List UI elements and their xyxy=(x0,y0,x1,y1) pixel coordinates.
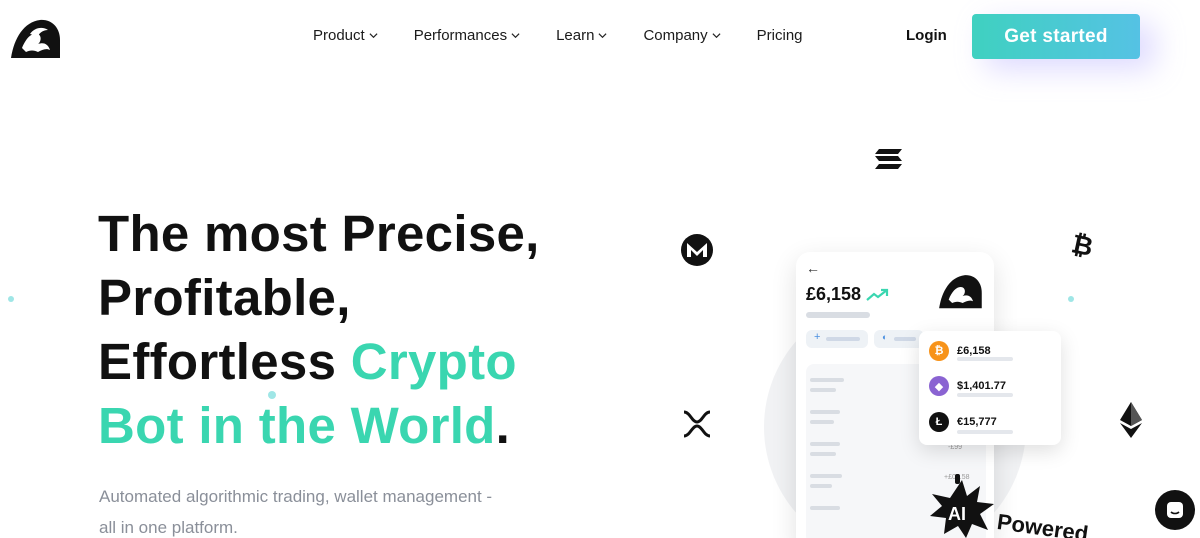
xrp-icon xyxy=(683,410,711,438)
placeholder-bar xyxy=(810,474,842,478)
placeholder-bar xyxy=(810,410,840,414)
chevron-down-icon xyxy=(369,33,378,39)
phone-balance: £6,158 xyxy=(806,284,890,305)
back-arrow-icon: ← xyxy=(806,260,820,276)
placeholder-bar xyxy=(810,442,840,446)
logo-wave-icon[interactable] xyxy=(8,14,62,60)
phone-balance-value: £6,158 xyxy=(806,284,862,304)
placeholder-bar xyxy=(810,420,834,424)
chevron-down-icon xyxy=(511,33,520,39)
nav-company[interactable]: Company xyxy=(643,27,721,44)
hero-title-accent-bot: Bot in the World xyxy=(98,397,496,454)
get-started-button[interactable]: Get started xyxy=(972,14,1140,59)
placeholder-bar xyxy=(810,484,832,488)
nav-performances[interactable]: Performances xyxy=(414,27,520,44)
hero-subtitle: Automated algorithmic trading, wallet ma… xyxy=(99,487,493,537)
decorative-dot xyxy=(1068,296,1074,302)
litecoin-icon: Ł xyxy=(929,412,949,432)
nav-product[interactable]: Product xyxy=(313,27,378,44)
site-header: Product Performances Learn Company Prici… xyxy=(0,0,1200,74)
nav-product-label: Product xyxy=(313,27,365,44)
coin-value: £6,158 xyxy=(957,345,991,357)
coin-value: €15,777 xyxy=(957,416,997,428)
phone-action-pill: ◐ xyxy=(874,330,924,348)
nav-pricing-label: Pricing xyxy=(756,27,803,44)
bitcoin-icon: ₿ xyxy=(1070,229,1094,259)
nav-pricing[interactable]: Pricing xyxy=(757,27,803,44)
placeholder-bar xyxy=(806,312,870,318)
chat-launcher-button[interactable] xyxy=(1155,490,1195,530)
main-nav: Product Performances Learn Company Prici… xyxy=(313,27,839,44)
ethereum-icon xyxy=(1120,402,1142,438)
decorative-dot xyxy=(8,296,14,302)
hero-title: The most Precise, Profitable, Effortless… xyxy=(98,202,540,458)
hero-title-accent-crypto: Crypto xyxy=(350,333,517,390)
chevron-down-icon xyxy=(598,33,607,39)
coin-value: $1,401.77 xyxy=(957,380,1006,392)
ai-powered-text: Powered xyxy=(995,509,1090,538)
placeholder-bar xyxy=(810,506,840,510)
hero-title-line2: Profitable, xyxy=(98,269,351,326)
nav-performances-label: Performances xyxy=(413,27,508,44)
solana-icon xyxy=(875,149,902,169)
coin-row-litecoin: Ł €15,777 xyxy=(929,412,997,432)
placeholder-bar xyxy=(957,430,1013,434)
coin-balance-card: ₿ £6,158 ◆ $1,401.77 Ł €15,777 xyxy=(919,331,1061,445)
ethereum-icon: ◆ xyxy=(929,376,949,396)
phone-logo-icon xyxy=(939,275,982,309)
trend-up-icon xyxy=(866,289,889,302)
login-link[interactable]: Login xyxy=(906,27,947,44)
svg-text:₿: ₿ xyxy=(1070,229,1094,259)
nav-learn[interactable]: Learn xyxy=(556,27,607,44)
phone-small-value: -£99 xyxy=(948,444,963,451)
placeholder-bar xyxy=(957,393,1013,397)
ai-splash-badge: AI xyxy=(930,474,994,538)
placeholder-bar xyxy=(810,388,836,392)
phone-action-pill: + xyxy=(806,330,868,348)
hero-title-line1: The most Precise, xyxy=(98,205,540,262)
monero-icon xyxy=(681,234,713,266)
chat-icon xyxy=(1167,502,1183,518)
bitcoin-icon: ₿ xyxy=(929,341,949,361)
placeholder-bar xyxy=(810,378,844,382)
nav-company-label: Company xyxy=(643,27,708,44)
hero-title-period: . xyxy=(495,397,511,454)
nav-learn-label: Learn xyxy=(556,27,595,44)
hero-title-line3: Effortless xyxy=(98,333,351,390)
ai-badge-text: AI xyxy=(948,504,966,524)
chevron-down-icon xyxy=(712,33,721,39)
placeholder-bar xyxy=(957,357,1013,361)
placeholder-bar xyxy=(810,452,836,456)
